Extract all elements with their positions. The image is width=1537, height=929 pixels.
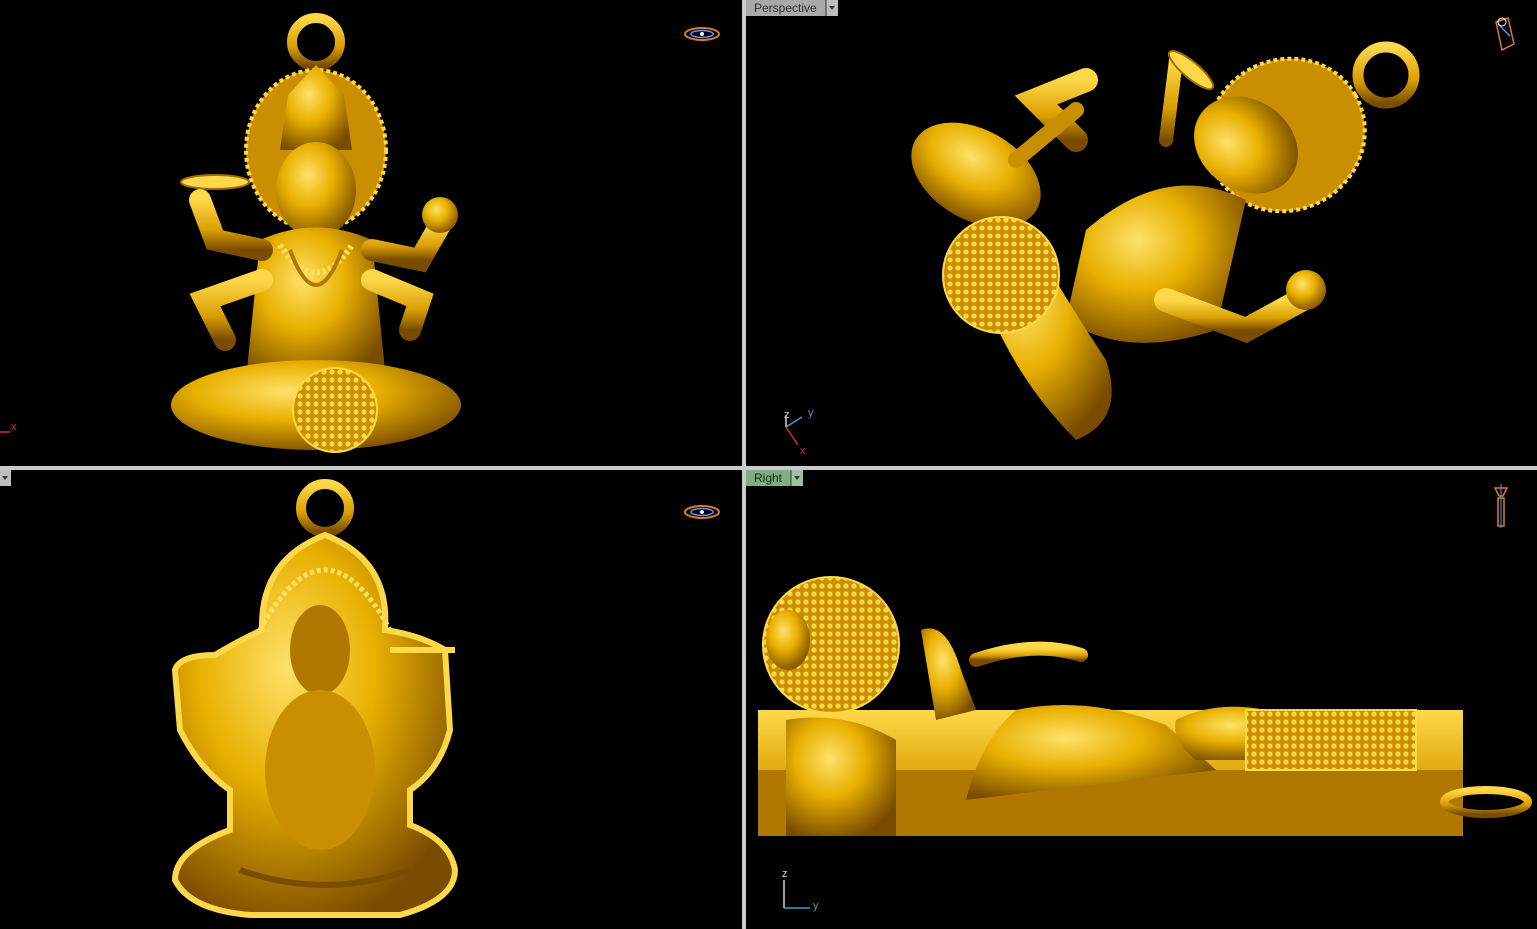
axis-y-label: y	[813, 900, 819, 912]
axis-triad: z y x	[778, 405, 828, 460]
viewport-bottom-left[interactable]	[0, 470, 742, 929]
viewport-tab-bottom-left[interactable]	[0, 470, 11, 486]
viewport-label[interactable]: Perspective	[746, 0, 826, 16]
front-view-model	[171, 13, 461, 453]
viewport-tab-right[interactable]: Right	[746, 470, 804, 486]
axis-z-label: z	[784, 409, 790, 421]
right-view-model	[758, 576, 1532, 836]
viewport-divider-vertical[interactable]	[742, 0, 746, 929]
right-view-camera-icon[interactable]	[1491, 482, 1531, 528]
axis-indicator: x	[0, 420, 30, 440]
axis-z-label: z	[782, 868, 788, 880]
axis-triad: z y	[778, 868, 828, 920]
axis-y-label: y	[808, 407, 814, 419]
view-cube-icon[interactable]	[682, 500, 722, 540]
viewport-divider-horizontal[interactable]	[0, 466, 1537, 470]
axis-x-label: x	[11, 421, 17, 433]
perspective-camera-icon[interactable]	[1486, 14, 1526, 54]
viewport-menu-dropdown[interactable]	[825, 0, 838, 16]
viewport-perspective[interactable]: Perspective z y x	[746, 0, 1537, 466]
viewport-tab-perspective[interactable]: Perspective	[746, 0, 838, 16]
viewport-top-left[interactable]: x	[0, 0, 742, 466]
viewport-menu-dropdown[interactable]	[0, 470, 11, 486]
viewport-menu-dropdown[interactable]	[791, 470, 804, 486]
viewport-label[interactable]: Right	[746, 470, 792, 486]
axis-x-label: x	[800, 445, 806, 457]
back-view-model	[171, 479, 459, 918]
view-cube-icon[interactable]	[682, 22, 722, 62]
perspective-view-model	[911, 41, 1420, 440]
viewport-right[interactable]: Right z y	[746, 470, 1537, 929]
